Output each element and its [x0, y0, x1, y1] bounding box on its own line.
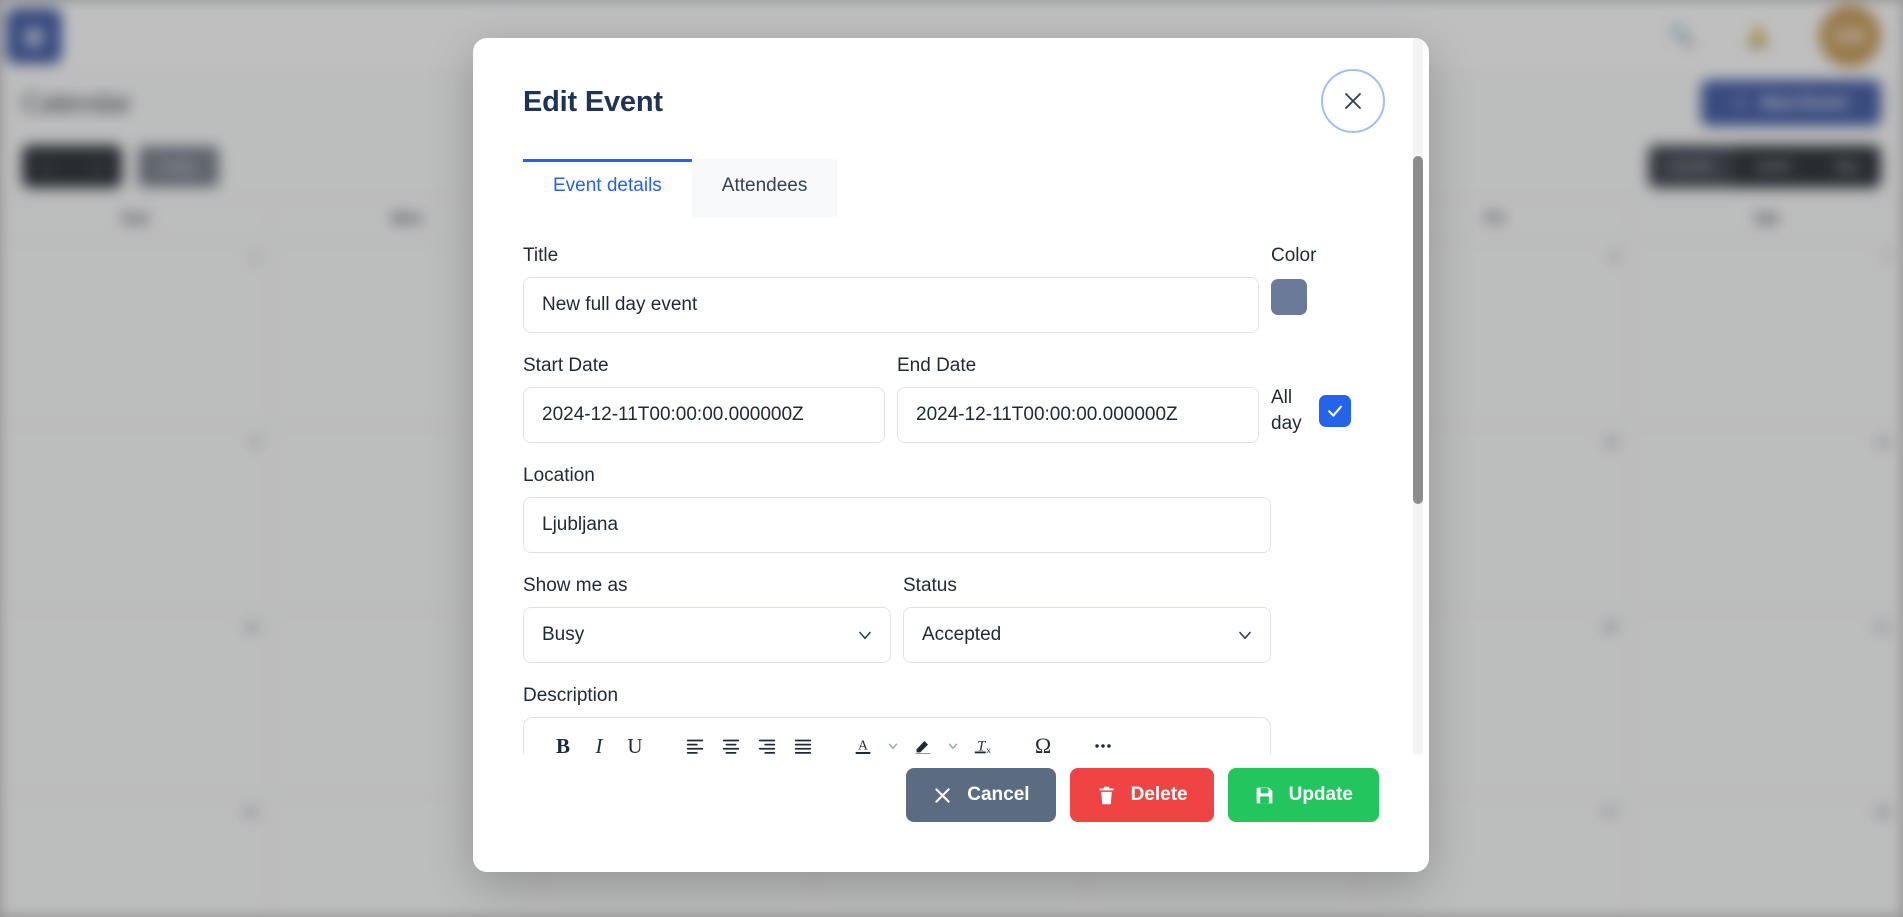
- start-date-field-group: Start Date: [523, 355, 885, 443]
- close-icon[interactable]: [1321, 69, 1385, 133]
- location-field-group: Location: [523, 465, 1379, 553]
- cancel-button-label: Cancel: [967, 784, 1030, 805]
- tab-event-details[interactable]: Event details: [523, 159, 692, 217]
- color-label: Color: [1271, 245, 1317, 266]
- show-me-as-value: Busy: [542, 624, 585, 645]
- show-me-as-label: Show me as: [523, 575, 628, 596]
- all-day-checkbox[interactable]: [1319, 394, 1351, 427]
- dates-row: Start Date End Date All day: [523, 355, 1379, 443]
- modal-scrollbar-thumb[interactable]: [1413, 156, 1423, 504]
- tab-attendees[interactable]: Attendees: [691, 159, 838, 217]
- update-button[interactable]: Update: [1227, 768, 1379, 822]
- modal-header: Edit Event: [473, 38, 1429, 133]
- start-date-label: Start Date: [523, 355, 609, 376]
- modal-footer: Cancel Delete Update: [473, 754, 1429, 872]
- start-date-input[interactable]: [523, 387, 885, 443]
- end-date-label: End Date: [897, 355, 977, 376]
- trash-icon: [1099, 786, 1114, 804]
- show-me-as-group: Show me as Busy: [523, 575, 891, 663]
- delete-button[interactable]: Delete: [1069, 768, 1214, 822]
- delete-button-label: Delete: [1130, 784, 1188, 805]
- title-field-group: Title: [523, 245, 1259, 333]
- event-form: Title Color Start Date End Date: [473, 245, 1429, 837]
- modal-scroll-area: Edit Event Event details Attendees Title…: [473, 38, 1429, 872]
- location-input[interactable]: [523, 497, 1271, 553]
- selects-row: Show me as Busy Status Accepted: [523, 575, 1379, 663]
- location-label: Location: [523, 465, 595, 486]
- status-group: Status Accepted: [903, 575, 1271, 663]
- save-icon: [1256, 787, 1272, 803]
- color-field-group: Color: [1271, 245, 1379, 315]
- edit-event-modal: Edit Event Event details Attendees Title…: [473, 38, 1429, 872]
- close-icon: [935, 787, 950, 803]
- status-select[interactable]: Accepted: [903, 607, 1271, 663]
- all-day-label: All day: [1271, 387, 1302, 434]
- modal-scrollbar[interactable]: [1413, 38, 1423, 872]
- status-label: Status: [903, 575, 957, 596]
- status-value: Accepted: [922, 624, 1002, 645]
- all-day-field-group: All day: [1271, 355, 1379, 436]
- end-date-input[interactable]: [897, 387, 1259, 443]
- show-me-as-select[interactable]: Busy: [523, 607, 891, 663]
- end-date-field-group: End Date: [897, 355, 1259, 443]
- title-color-row: Title Color: [523, 245, 1379, 333]
- svg-text:A: A: [858, 738, 868, 753]
- update-button-label: Update: [1288, 784, 1353, 805]
- cancel-button[interactable]: Cancel: [906, 768, 1056, 822]
- color-swatch[interactable]: [1271, 279, 1307, 315]
- modal-tabs: Event details Attendees: [523, 159, 1429, 217]
- title-input[interactable]: [523, 277, 1259, 333]
- description-label: Description: [523, 685, 619, 706]
- title-label: Title: [523, 245, 559, 266]
- modal-title: Edit Event: [523, 86, 663, 118]
